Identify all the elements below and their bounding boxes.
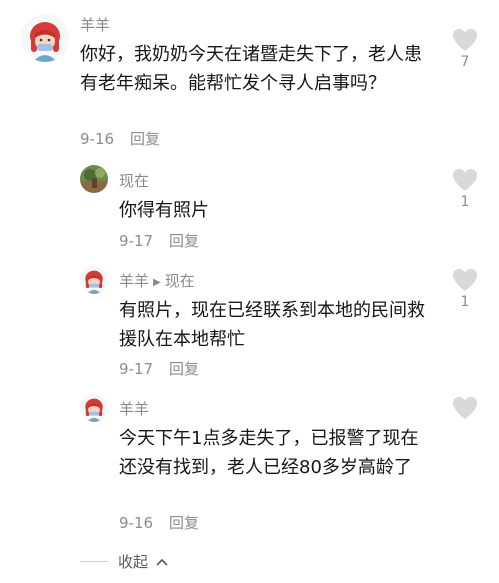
comment-date: 9-16	[80, 130, 115, 148]
collapse-divider	[80, 561, 108, 562]
heart-icon	[453, 397, 477, 419]
reply-username[interactable]: 羊羊	[119, 400, 149, 418]
reply-button[interactable]: 回复	[169, 514, 199, 532]
reply-button[interactable]: 回复	[169, 232, 199, 250]
collapse-label: 收起	[118, 553, 149, 571]
like-count: 1	[460, 194, 470, 210]
girl-avatar-icon	[80, 266, 108, 294]
collapse-button[interactable]: 收起	[118, 551, 168, 572]
reply-meta: 9-16 回复	[119, 514, 199, 532]
reply-arrow-icon: ▶	[153, 277, 161, 288]
avatar[interactable]	[80, 266, 108, 294]
chevron-up-icon	[156, 558, 168, 566]
reply-header: 羊羊 ▶ 现在	[119, 272, 195, 293]
like-button[interactable]	[452, 268, 478, 296]
like-button[interactable]	[452, 28, 478, 56]
reply-to-username[interactable]: 现在	[165, 272, 195, 290]
reply-date: 9-16	[119, 514, 154, 532]
reply-date: 9-17	[119, 232, 154, 250]
reply-button[interactable]: 回复	[169, 360, 199, 378]
reply-text: 你得有照片	[119, 200, 209, 221]
reply-date: 9-17	[119, 360, 154, 378]
reply-username[interactable]: 现在	[119, 172, 149, 190]
avatar[interactable]	[80, 394, 108, 422]
like-count: 7	[460, 54, 470, 70]
reply-text: 今天下午1点多走失了，已报警了现在还没有找到，老人已经80多岁高龄了	[119, 428, 419, 478]
reply-meta: 9-17 回复	[119, 360, 199, 378]
reply-username[interactable]: 羊羊	[119, 272, 149, 290]
heart-icon	[453, 269, 477, 291]
reply-meta: 9-17 回复	[119, 232, 199, 250]
comment-username[interactable]: 羊羊	[80, 16, 110, 34]
avatar[interactable]	[21, 14, 69, 62]
like-count: 1	[460, 294, 470, 310]
girl-avatar-icon	[80, 394, 108, 422]
avatar[interactable]	[80, 165, 108, 193]
girl-avatar-icon	[21, 14, 69, 62]
comment-text: 你好，我奶奶今天在诸暨走失下了，老人患有老年痴呆。能帮忙发个寻人启事吗？	[80, 44, 422, 94]
heart-icon	[453, 169, 477, 191]
like-button[interactable]	[452, 168, 478, 196]
reply-button[interactable]: 回复	[130, 130, 160, 148]
reply-text: 有照片，现在已经联系到本地的民间救援队在本地帮忙	[119, 300, 425, 350]
comment-meta: 9-16 回复	[80, 130, 160, 148]
like-button[interactable]	[452, 396, 478, 424]
heart-icon	[453, 29, 477, 51]
photo-avatar-icon	[80, 165, 108, 193]
